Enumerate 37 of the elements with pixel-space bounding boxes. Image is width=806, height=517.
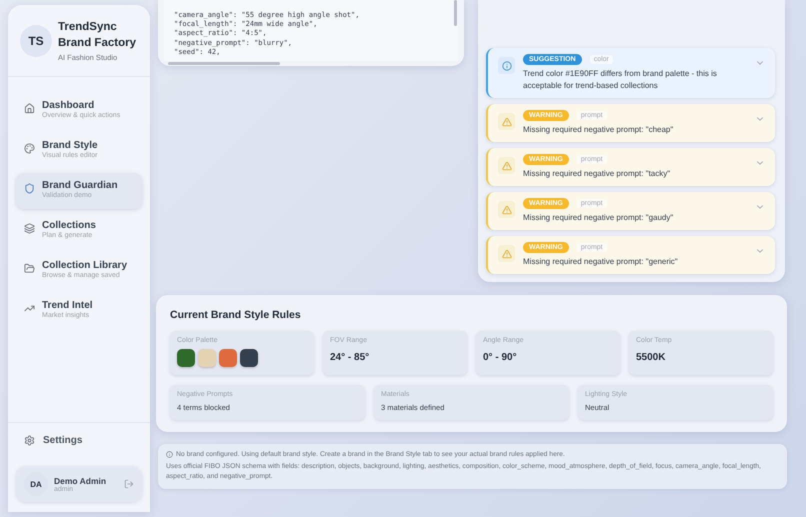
trend-line-icon <box>24 303 35 314</box>
user-avatar: DA <box>24 472 48 496</box>
card-value: 24° - 85° <box>330 352 370 363</box>
layers-icon <box>24 223 35 234</box>
folder-icon <box>24 263 35 274</box>
issue-message: Trend color #1E90FF differs from brand palette - this is acceptable for trend-based collections <box>523 68 718 92</box>
palette-icon <box>24 143 35 154</box>
card-value: 5500K <box>636 352 666 363</box>
issue-message: Missing required negative prompt: "tacky" <box>523 168 670 180</box>
settings-icon <box>24 435 35 446</box>
logo-avatar: TS <box>20 24 52 56</box>
shield-icon <box>24 183 35 194</box>
card-value: 0° - 90° <box>483 352 518 363</box>
issue-message: Missing required negative prompt: "cheap" <box>523 124 674 136</box>
nav-label: Trend Intel <box>42 300 93 311</box>
warning-icon <box>498 245 515 262</box>
home-icon <box>24 103 35 114</box>
brand-name: TrendSync Brand Factory <box>58 20 137 51</box>
user-name: Demo Admin <box>54 476 106 486</box>
settings-label: Settings <box>43 435 82 446</box>
logout-button[interactable] <box>124 479 134 489</box>
rules-title: Current Brand Style Rules <box>170 309 302 321</box>
warning-icon <box>498 157 515 174</box>
settings-item[interactable]: Settings <box>8 422 150 458</box>
warning-icon <box>498 113 515 130</box>
horizontal-scrollbar[interactable] <box>168 62 280 65</box>
nav-label: Dashboard <box>42 100 96 111</box>
nav-label: Brand Style <box>42 140 98 151</box>
nav-label: Collection Library <box>42 260 128 271</box>
nav-label: Brand Guardian <box>42 180 118 191</box>
info-icon <box>166 451 173 458</box>
info-icon <box>498 57 515 74</box>
nav-label: Collections <box>42 220 96 231</box>
issue-message: Missing required negative prompt: "gaudy" <box>523 212 674 224</box>
warning-icon <box>498 201 515 218</box>
vertical-scrollbar[interactable] <box>454 0 457 26</box>
issue-message: Missing required negative prompt: "generic" <box>523 256 678 268</box>
